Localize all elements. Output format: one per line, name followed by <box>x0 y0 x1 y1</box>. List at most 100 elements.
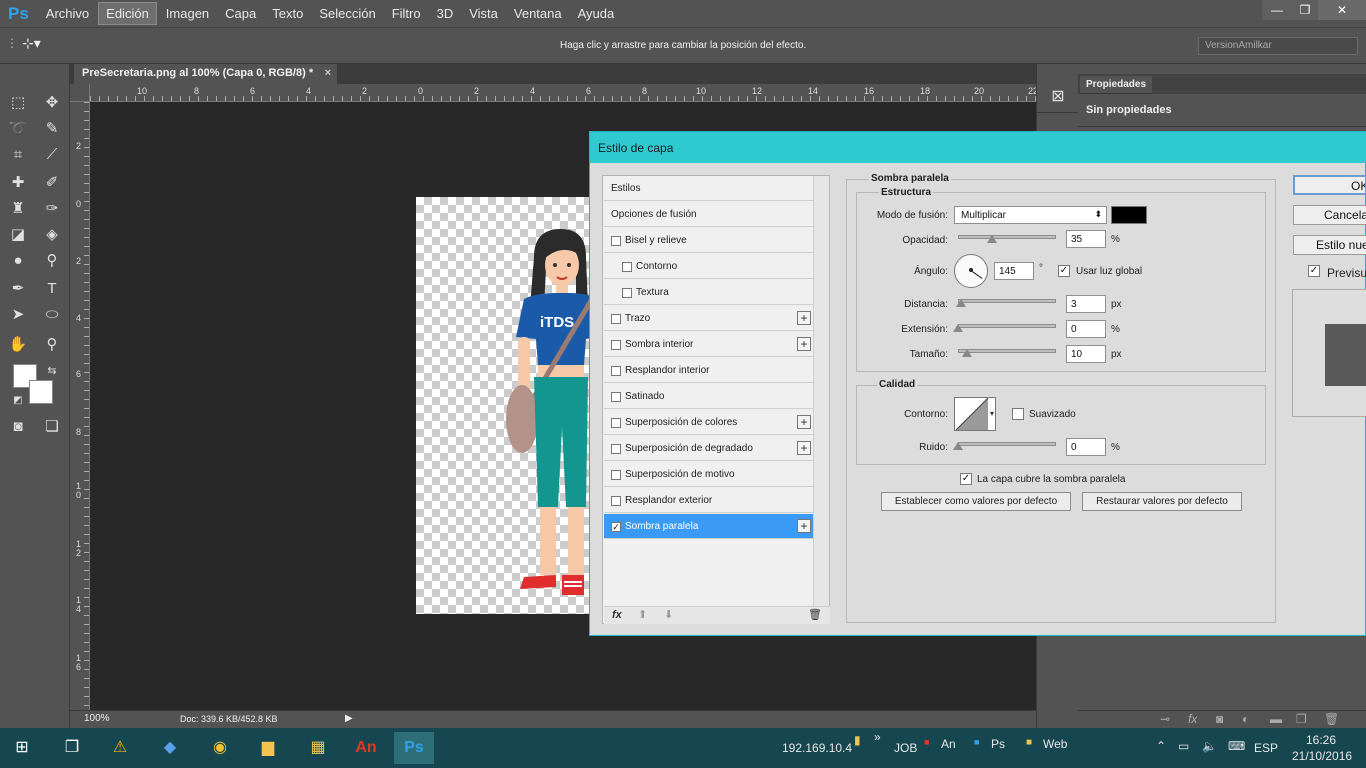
volume-icon[interactable]: 🔈 <box>1202 739 1217 753</box>
style-item[interactable]: Trazo + <box>604 306 813 331</box>
style-item[interactable]: Opciones de fusión <box>604 202 813 227</box>
chrome-icon[interactable]: ◉ <box>200 732 240 764</box>
menu-edicion[interactable]: Edición <box>98 2 157 25</box>
document-info[interactable]: Doc: 339.6 KB/452.8 KB <box>180 714 278 724</box>
pen-icon[interactable]: ✒ <box>6 278 30 300</box>
style-item-checkbox[interactable] <box>622 288 632 298</box>
style-item[interactable]: Sombra interior + <box>604 332 813 357</box>
style-item-checkbox[interactable] <box>611 496 621 506</box>
hand-icon[interactable]: ✋ <box>6 334 30 356</box>
clock-time[interactable]: 16:26 <box>1306 733 1336 747</box>
noise-slider[interactable] <box>958 442 1056 446</box>
style-item[interactable]: Bisel y relieve <box>604 228 813 253</box>
opacity-slider[interactable] <box>958 235 1056 239</box>
path-selection-icon[interactable]: ➤ <box>6 304 30 326</box>
tray-expand-icon[interactable]: ⌃ <box>1156 739 1166 753</box>
spread-slider-thumb[interactable] <box>953 324 963 332</box>
style-item-checkbox[interactable] <box>611 470 621 480</box>
style-item[interactable]: Contorno <box>604 254 813 279</box>
toolbar-chevron-icon[interactable]: » <box>874 730 881 744</box>
size-input[interactable]: 10 <box>1066 345 1106 363</box>
ellipse-icon[interactable]: ⬭ <box>40 304 64 326</box>
eyedropper-icon[interactable]: ⟋ <box>40 144 64 166</box>
screen-mode-icon[interactable]: ❏ <box>40 416 64 438</box>
spread-input[interactable]: 0 <box>1066 320 1106 338</box>
layer-fx-icon[interactable]: fx <box>1188 712 1197 726</box>
style-item-checkbox[interactable] <box>611 236 621 246</box>
preview-checkbox[interactable]: ✓ <box>1308 265 1320 277</box>
menu-imagen[interactable]: Imagen <box>159 3 216 24</box>
menu-archivo[interactable]: Archivo <box>39 3 96 24</box>
language-indicator[interactable]: ESP <box>1254 741 1278 755</box>
healing-brush-icon[interactable]: ✚ <box>6 172 30 194</box>
global-light-checkbox[interactable]: ✓ <box>1058 265 1070 277</box>
style-item[interactable]: Estilos <box>604 176 813 201</box>
contour-dropdown-icon[interactable]: ▾ <box>990 409 994 418</box>
add-effect-icon[interactable]: + <box>797 441 811 455</box>
spread-slider[interactable] <box>958 324 1056 328</box>
status-menu-arrow-icon[interactable]: ▶ <box>345 713 353 724</box>
menu-ventana[interactable]: Ventana <box>507 3 569 24</box>
shadow-color-swatch[interactable] <box>1111 206 1147 224</box>
toolbar-ps[interactable]: Ps <box>991 737 1005 751</box>
style-item-checkbox[interactable] <box>622 262 632 272</box>
visual-studio-icon[interactable]: ◆ <box>150 732 190 764</box>
start-button-icon[interactable]: ⊞ <box>2 732 42 764</box>
ruler-origin[interactable] <box>70 84 90 102</box>
paragraph-panel-icon[interactable]: ⊠ <box>1047 86 1069 108</box>
blur-icon[interactable]: ● <box>6 250 30 272</box>
angle-dial[interactable] <box>954 254 988 288</box>
file-explorer-icon[interactable]: ▆ <box>248 732 288 764</box>
noise-input[interactable]: 0 <box>1066 438 1106 456</box>
quick-mask-icon[interactable]: ◙ <box>6 416 30 438</box>
size-slider[interactable] <box>958 349 1056 353</box>
new-layer-icon[interactable]: ❐ <box>1296 712 1307 726</box>
toolbar-file-icon[interactable]: ▮ <box>854 733 861 747</box>
style-item[interactable]: Satinado <box>604 384 813 409</box>
reset-default-button[interactable]: Restaurar valores por defecto <box>1082 492 1242 511</box>
distance-slider[interactable] <box>958 299 1056 303</box>
style-item[interactable]: Resplandor exterior <box>604 488 813 513</box>
close-window-button[interactable]: ✕ <box>1318 0 1366 20</box>
network-icon[interactable]: ▭ <box>1178 739 1189 753</box>
crop-icon[interactable]: ⌗ <box>6 144 30 166</box>
menu-texto[interactable]: Texto <box>265 3 310 24</box>
document-tab[interactable]: PreSecretaria.png al 100% (Capa 0, RGB/8… <box>74 64 338 84</box>
folder-icon[interactable]: ▦ <box>298 732 338 764</box>
close-tab-icon[interactable]: × <box>325 67 331 79</box>
workspace-select[interactable]: VersionAmilkar <box>1198 37 1358 55</box>
zoom-field[interactable]: 100% <box>84 713 110 724</box>
opacity-slider-thumb[interactable] <box>987 235 997 243</box>
rectangular-marquee-icon[interactable]: ⬚ <box>6 92 30 114</box>
task-view-icon[interactable]: ❐ <box>52 732 92 764</box>
clone-stamp-icon[interactable]: ♜ <box>6 198 30 220</box>
style-item-checkbox[interactable] <box>611 418 621 428</box>
add-effect-icon[interactable]: + <box>797 415 811 429</box>
move-icon[interactable]: ✥ <box>40 92 64 114</box>
keyboard-icon[interactable]: ⌨ <box>1228 739 1245 753</box>
clock-date[interactable]: 21/10/2016 <box>1292 749 1352 763</box>
add-effect-icon[interactable]: + <box>797 337 811 351</box>
delete-layer-icon[interactable]: 🗑 <box>1324 712 1339 726</box>
menu-filtro[interactable]: Filtro <box>385 3 428 24</box>
style-item[interactable]: Superposición de motivo <box>604 462 813 487</box>
photoshop-app-icon[interactable]: Ps <box>394 732 434 764</box>
eraser-icon[interactable]: ◪ <box>6 224 30 246</box>
brush-icon[interactable]: ✐ <box>40 172 64 194</box>
antialias-checkbox[interactable] <box>1012 408 1024 420</box>
adjustment-layer-icon[interactable]: ◐ <box>1242 712 1249 726</box>
animate-app-icon[interactable]: An <box>346 732 386 764</box>
layer-mask-icon[interactable]: ◙ <box>1216 712 1223 726</box>
style-item-checkbox[interactable] <box>611 314 621 324</box>
cancel-button[interactable]: Cancelar <box>1293 205 1366 225</box>
size-slider-thumb[interactable] <box>962 349 972 357</box>
swap-colors-icon[interactable]: ⇆ <box>40 360 64 382</box>
style-item-checkbox[interactable] <box>611 392 621 402</box>
style-item[interactable]: Superposición de colores + <box>604 410 813 435</box>
add-effect-icon[interactable]: + <box>797 311 811 325</box>
style-item[interactable]: Textura <box>604 280 813 305</box>
minimize-button[interactable]: — <box>1262 0 1292 20</box>
menu-seleccion[interactable]: Selección <box>312 3 382 24</box>
ok-button[interactable]: OK <box>1293 175 1366 195</box>
menu-ayuda[interactable]: Ayuda <box>571 3 622 24</box>
